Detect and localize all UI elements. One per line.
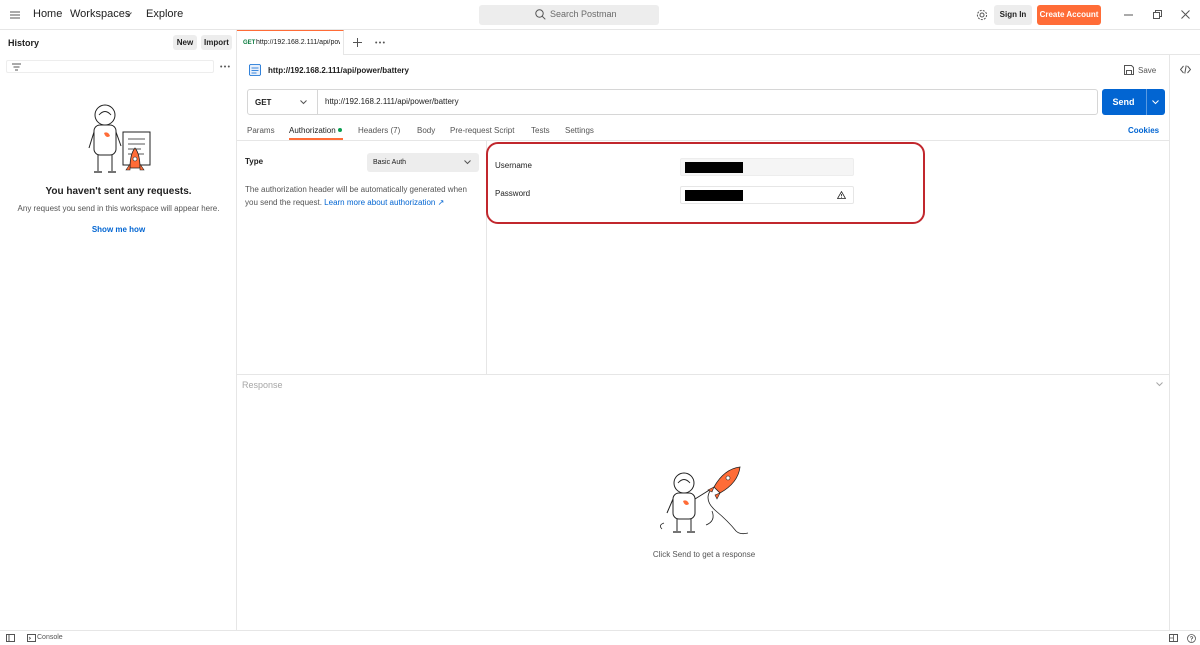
tab-pre-request-script[interactable]: Pre-request Script <box>450 126 514 135</box>
tab-headers[interactable]: Headers (7) <box>358 126 400 135</box>
tab-more-icon[interactable] <box>375 41 385 44</box>
gear-icon[interactable] <box>976 9 988 21</box>
tab-body[interactable]: Body <box>417 126 435 135</box>
chevron-down-icon[interactable] <box>125 12 132 17</box>
filter-icon <box>12 63 21 71</box>
search-input[interactable]: Search Postman <box>479 5 659 25</box>
close-icon[interactable] <box>1181 10 1190 19</box>
new-button[interactable]: New <box>173 35 197 50</box>
code-icon[interactable] <box>1180 65 1191 74</box>
response-empty-message: Click Send to get a response <box>652 550 756 559</box>
top-bar: Home Workspaces Explore Search Postman S… <box>0 0 1200 30</box>
method-select[interactable]: GET <box>248 90 318 114</box>
nav-workspaces[interactable]: Workspaces <box>70 8 130 20</box>
show-me-how-link[interactable]: Show me how <box>0 225 237 234</box>
sidebar-title: History <box>8 38 40 48</box>
tab-authorization[interactable]: Authorization <box>289 126 336 135</box>
search-placeholder: Search Postman <box>550 9 617 19</box>
send-options-chevron-icon[interactable] <box>1152 100 1159 105</box>
send-label: Send <box>1112 97 1135 107</box>
two-pane-icon[interactable] <box>1169 634 1178 642</box>
sign-in-button[interactable]: Sign In <box>994 5 1032 25</box>
sidebar-toggle-icon[interactable] <box>6 634 15 642</box>
tab-params[interactable]: Params <box>247 126 275 135</box>
save-icon[interactable] <box>1124 65 1134 75</box>
status-bar: Console <box>0 630 1200 645</box>
help-icon[interactable] <box>1187 634 1196 643</box>
import-button[interactable]: Import <box>201 35 232 50</box>
history-sidebar: History New Import You haven't sent any … <box>0 30 237 630</box>
url-bar: GET http://192.168.2.111/api/power/batte… <box>247 89 1098 115</box>
add-tab-icon[interactable] <box>353 38 362 47</box>
cookies-link[interactable]: Cookies <box>1128 126 1159 135</box>
auth-type-value: Basic Auth <box>373 159 407 166</box>
method-value: GET <box>255 98 272 107</box>
right-context-bar <box>1169 55 1200 630</box>
auth-type-label: Type <box>245 157 264 166</box>
console-button[interactable]: Console <box>37 634 63 641</box>
request-tab[interactable]: GET http://192.168.2.111/api/power/batte… <box>237 30 344 55</box>
divider <box>237 374 1169 375</box>
authorization-active-dot <box>338 128 342 132</box>
auth-type-select[interactable]: Basic Auth <box>367 153 479 172</box>
create-account-button[interactable]: Create Account <box>1037 5 1101 25</box>
send-button[interactable]: Send <box>1102 89 1165 115</box>
auth-type-panel <box>237 141 487 374</box>
request-tab-bar: GET http://192.168.2.111/api/power/batte… <box>237 30 1200 55</box>
chevron-down-icon <box>300 100 307 105</box>
empty-state-title: You haven't sent any requests. <box>45 186 192 197</box>
tab-tests[interactable]: Tests <box>531 126 550 135</box>
search-icon <box>535 9 546 20</box>
astronaut-illustration-icon <box>85 102 155 176</box>
menu-icon[interactable] <box>10 11 20 19</box>
auth-description: The authorization header will be automat… <box>245 184 480 209</box>
http-request-icon <box>249 64 261 76</box>
send-divider <box>1146 89 1147 115</box>
console-icon[interactable] <box>27 634 36 642</box>
more-options-icon[interactable] <box>220 65 230 68</box>
nav-explore[interactable]: Explore <box>146 8 183 20</box>
nav-home[interactable]: Home <box>33 8 62 20</box>
tab-url: http://192.168.2.111/api/power/battery <box>256 39 340 46</box>
empty-state-subtitle: Any request you send in this workspace w… <box>17 204 220 213</box>
url-input[interactable]: http://192.168.2.111/api/power/battery <box>325 97 459 106</box>
request-title[interactable]: http://192.168.2.111/api/power/battery <box>268 66 409 75</box>
highlight-annotation <box>486 142 925 224</box>
learn-more-authorization-link[interactable]: Learn more about authorization ↗ <box>324 198 444 207</box>
save-button[interactable]: Save <box>1138 66 1156 75</box>
tab-method: GET <box>243 40 256 46</box>
astronaut-rocket-illustration-icon <box>658 465 750 537</box>
restore-icon[interactable] <box>1153 10 1162 19</box>
history-filter-input[interactable] <box>6 60 214 73</box>
response-title: Response <box>242 380 283 390</box>
tab-settings[interactable]: Settings <box>565 126 594 135</box>
minimize-icon[interactable] <box>1124 14 1133 16</box>
chevron-down-icon[interactable] <box>1156 382 1163 387</box>
chevron-down-icon <box>464 160 471 165</box>
